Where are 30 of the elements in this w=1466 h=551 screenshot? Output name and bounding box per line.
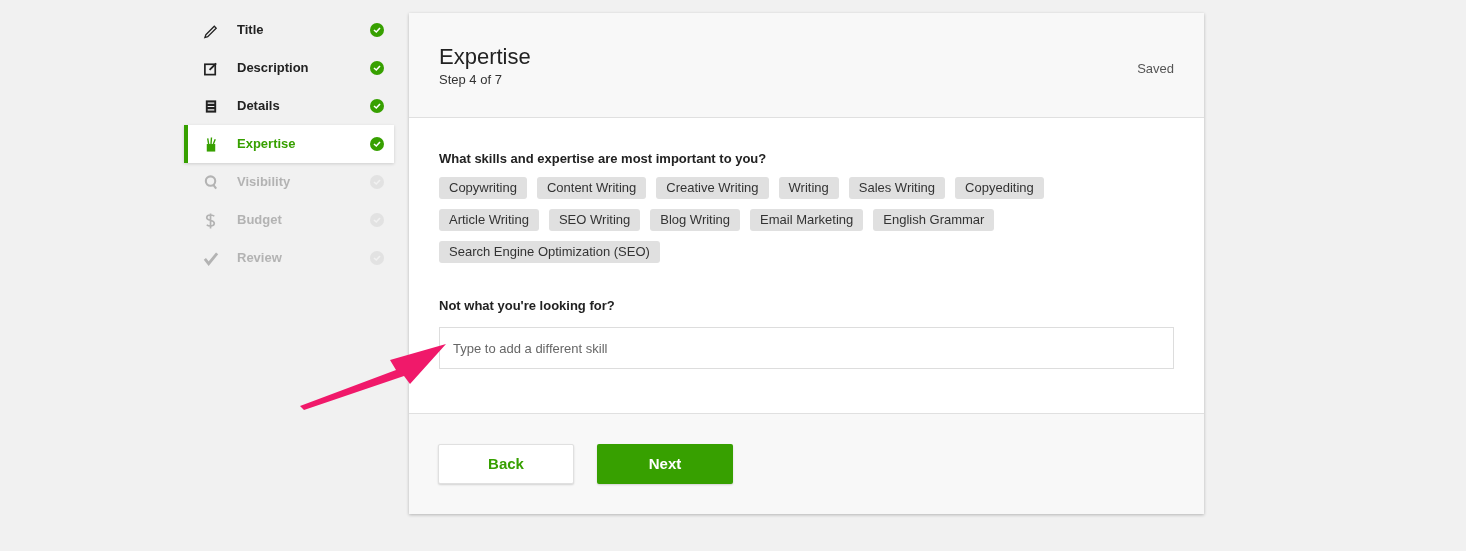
save-status: Saved	[1137, 60, 1174, 78]
step-label: Visibility	[237, 173, 292, 192]
skill-tag[interactable]: Email Marketing	[750, 208, 864, 231]
list-icon	[203, 97, 219, 115]
step-title: Expertise	[439, 44, 531, 70]
step-label: Title	[237, 21, 265, 40]
step-nav-item[interactable]: Description	[184, 49, 394, 87]
skill-tag[interactable]: SEO Writing	[548, 208, 641, 231]
step-label: Expertise	[237, 135, 297, 154]
skills-question: What skills and expertise are most important to you?	[439, 150, 768, 168]
skill-tag[interactable]: Writing	[778, 176, 839, 199]
skill-tag[interactable]: Creative Writing	[656, 176, 769, 199]
skill-tag[interactable]: Article Writing	[439, 208, 539, 231]
step-nav-item[interactable]: Title	[184, 11, 394, 49]
search-person-icon	[203, 173, 219, 191]
step-counter: Step 4 of 7	[439, 71, 503, 89]
skill-tag[interactable]: Copywriting	[439, 176, 527, 199]
skill-tag[interactable]: Search Engine Optimization (SEO)	[439, 240, 660, 263]
skill-tag[interactable]: English Grammar	[873, 208, 995, 231]
step-label: Review	[237, 249, 283, 268]
skill-input-field[interactable]: Type to add a different skill	[439, 327, 1174, 369]
field-label: Not what you're looking for?	[439, 296, 616, 315]
skill-tag[interactable]: Copyediting	[955, 176, 1044, 199]
step-nav-item[interactable]: Details	[184, 87, 394, 125]
skill-tag[interactable]: Sales Writing	[848, 176, 946, 199]
skill-tag[interactable]: Blog Writing	[650, 208, 741, 231]
step-label: Budget	[237, 211, 283, 230]
skill-tag[interactable]: Content Writing	[536, 176, 647, 199]
step-label: Details	[237, 97, 281, 116]
step-label: Description	[237, 59, 310, 78]
